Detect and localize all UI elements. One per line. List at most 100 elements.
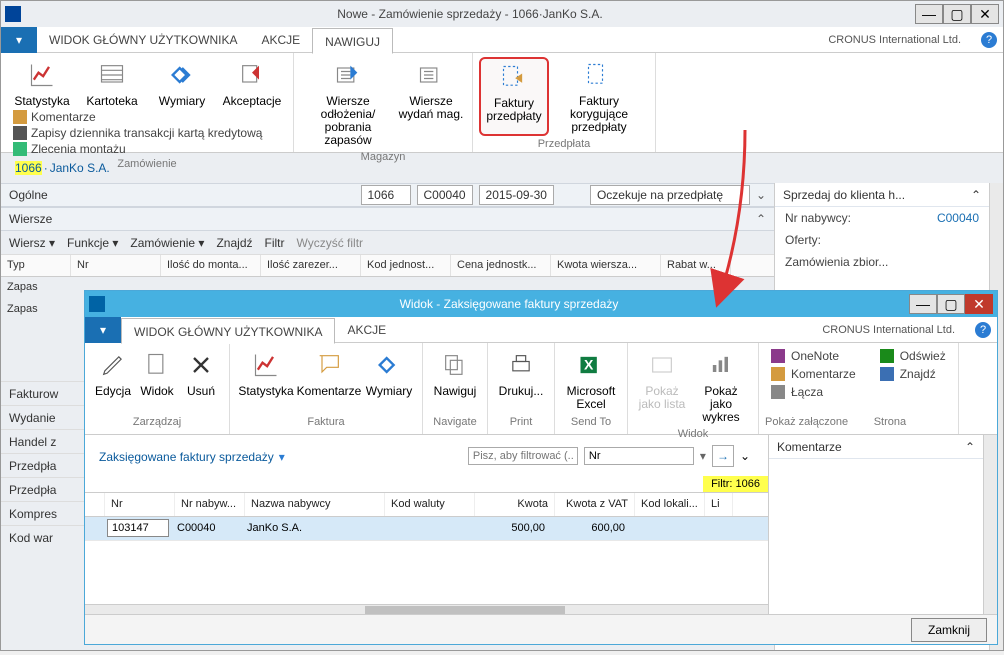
chevron-up-icon[interactable]: ⌃ [756, 212, 766, 226]
akceptacje-button[interactable]: Akceptacje [217, 57, 287, 110]
window-title: Nowe - Zamówienie sprzedaży - 1066·JanKo… [25, 7, 915, 21]
zapisy-karta-link[interactable]: Zapisy dziennika transakcji kartą kredyt… [13, 126, 262, 140]
col-nrnabyw[interactable]: Nr nabyw... [175, 493, 245, 516]
filter-input[interactable] [468, 447, 578, 465]
drukuj-button[interactable]: Drukuj... [494, 347, 548, 400]
wyczysc-filtr-button[interactable]: Wyczyść filtr [297, 236, 364, 250]
col-kwotavat[interactable]: Kwota z VAT [555, 493, 635, 516]
tab-widok-glowny[interactable]: WIDOK GŁÓWNY UŻYTKOWNIKA [121, 318, 335, 344]
lacza-link[interactable]: Łącza [771, 385, 856, 399]
edycja-button[interactable]: Edycja [91, 347, 135, 400]
main-tabbar: ▾ WIDOK GŁÓWNY UŻYTKOWNIKA AKCJE NAWIGUJ… [1, 27, 1003, 53]
refresh-icon [880, 349, 894, 363]
komentarze-link[interactable]: Komentarze [13, 110, 262, 124]
cell-nr[interactable]: 103147 [107, 519, 169, 537]
fasttab-ogolne[interactable]: Ogólne 1066 C00040 2015-09-30 Oczekuje n… [1, 183, 774, 207]
zamowienie-menu[interactable]: Zamówienie ▾ [130, 236, 204, 250]
filter-go-button[interactable]: → [712, 445, 734, 467]
doc-number: 1066 [15, 161, 42, 175]
tab-widok-glowny[interactable]: WIDOK GŁÓWNY UŻYTKOWNIKA [37, 27, 249, 53]
list-heading: Zaksięgowane faktury sprzedaży ▾ [85, 435, 299, 476]
wiersze-odlozenia-button[interactable]: Wiersze odłożenia/ pobrania zapasów [300, 57, 396, 149]
sub-ribbon: Edycja Widok Usuń Zarządzaj Statystyka K… [85, 343, 997, 435]
fasttab-wiersze[interactable]: Wiersze ⌃ [1, 207, 774, 231]
usun-button[interactable]: Usuń [179, 347, 223, 400]
nawiguj-button[interactable]: Nawiguj [429, 347, 481, 400]
komentarze-link[interactable]: Komentarze [771, 367, 856, 381]
chevron-down-icon[interactable]: ⌄ [740, 449, 750, 463]
app-menu-dropdown[interactable]: ▾ [85, 317, 121, 343]
comment-icon [771, 367, 785, 381]
cell-cur [381, 517, 471, 540]
invoices-grid: Nr Nr nabyw... Nazwa nabywcy Kod waluty … [85, 492, 768, 541]
wiersz-menu[interactable]: Wiersz ▾ [9, 236, 55, 250]
maximize-button[interactable]: ▢ [937, 294, 965, 314]
vertical-scrollbar[interactable] [983, 435, 997, 614]
wiersze-wydan-button[interactable]: Wiersze wydań mag. [396, 57, 466, 149]
kartoteka-button[interactable]: Kartoteka [77, 57, 147, 110]
col-nr[interactable]: Nr [105, 493, 175, 516]
factbox-header[interactable]: Sprzedaj do klienta h...⌃ [775, 183, 989, 207]
lines-grid-header: Typ Nr Ilość do monta... Ilość zarezer..… [1, 255, 774, 277]
link-icon [771, 385, 785, 399]
find-icon [880, 367, 894, 381]
general-cust-field: C00040 [417, 185, 473, 205]
wymiary-button[interactable]: Wymiary [147, 57, 217, 110]
lines-toolbar: Wiersz ▾ Funkcje ▾ Zamówienie ▾ Znajdź F… [1, 231, 774, 255]
close-button[interactable]: ✕ [971, 4, 999, 24]
main-ribbon: Statystyka Kartoteka Wymiary Akceptacje … [1, 53, 1003, 153]
onenote-icon [771, 349, 785, 363]
help-icon[interactable]: ? [981, 32, 997, 48]
tab-akcje[interactable]: AKCJE [249, 27, 312, 53]
cell-name: JanKo S.A. [241, 517, 381, 540]
filter-field-select[interactable] [584, 447, 694, 465]
tab-akcje[interactable]: AKCJE [335, 317, 398, 343]
statystyka-button[interactable]: Statystyka [236, 347, 296, 400]
app-menu-dropdown[interactable]: ▾ [1, 27, 37, 53]
factbox-komentarze-header[interactable]: Komentarze⌃ [769, 435, 983, 459]
cell-amtvat: 600,00 [551, 517, 631, 540]
znajdz-link[interactable]: Znajdź [880, 367, 946, 381]
sub-tabbar: ▾ WIDOK GŁÓWNY UŻYTKOWNIKA AKCJE CRONUS … [85, 317, 997, 343]
group-przedplata-label: Przedpłata [538, 136, 591, 152]
cell-amt: 500,00 [471, 517, 551, 540]
tab-nawiguj[interactable]: NAWIGUJ [312, 28, 393, 54]
faktury-przedplaty-button[interactable]: Faktury przedpłaty [479, 57, 549, 136]
minimize-button[interactable]: — [915, 4, 943, 24]
col-li[interactable]: Li [705, 493, 733, 516]
komentarze-button[interactable]: Komentarze [296, 347, 362, 400]
main-titlebar: Nowe - Zamówienie sprzedaży - 1066·JanKo… [1, 1, 1003, 27]
factbox-row: Oferty: [775, 229, 989, 251]
sub-window-title: Widok - Zaksięgowane faktury sprzedaży [109, 297, 909, 311]
chevron-down-icon[interactable]: ⌄ [756, 188, 766, 202]
col-waluta[interactable]: Kod waluty [385, 493, 475, 516]
chevron-up-icon[interactable]: ⌃ [965, 440, 975, 454]
excel-button[interactable]: XMicrosoft Excel [561, 347, 621, 413]
wymiary-button[interactable]: Wymiary [362, 347, 416, 400]
col-nazwa[interactable]: Nazwa nabywcy [245, 493, 385, 516]
minimize-button[interactable]: — [909, 294, 937, 314]
pokaz-wykres-button[interactable]: Pokaż jako wykres [690, 347, 752, 426]
widok-button[interactable]: Widok [135, 347, 179, 400]
general-date-field: 2015-09-30 [479, 185, 554, 205]
statystyka-button[interactable]: Statystyka [7, 57, 77, 110]
general-no-field: 1066 [361, 185, 411, 205]
col-kwota[interactable]: Kwota [475, 493, 555, 516]
horizontal-scrollbar[interactable] [85, 604, 768, 614]
chevron-up-icon[interactable]: ⌃ [971, 188, 981, 202]
table-row[interactable]: 103147 C00040 JanKo S.A. 500,00 600,00 [85, 517, 768, 541]
nr-nabywcy-link[interactable]: C00040 [937, 211, 979, 225]
funkcje-menu[interactable]: Funkcje ▾ [67, 236, 118, 250]
filtr-button[interactable]: Filtr [265, 236, 285, 250]
close-button[interactable]: ✕ [965, 294, 993, 314]
zamknij-button[interactable]: Zamknij [911, 618, 987, 642]
svg-text:X: X [584, 357, 594, 373]
odswiez-link[interactable]: Odśwież [880, 349, 946, 363]
faktury-korygujace-button[interactable]: Faktury korygujące przedpłaty [549, 57, 649, 136]
onenote-link[interactable]: OneNote [771, 349, 856, 363]
col-lokal[interactable]: Kod lokali... [635, 493, 705, 516]
znajdz-button[interactable]: Znajdź [216, 236, 252, 250]
help-icon[interactable]: ? [975, 322, 991, 338]
maximize-button[interactable]: ▢ [943, 4, 971, 24]
app-icon [5, 6, 21, 22]
